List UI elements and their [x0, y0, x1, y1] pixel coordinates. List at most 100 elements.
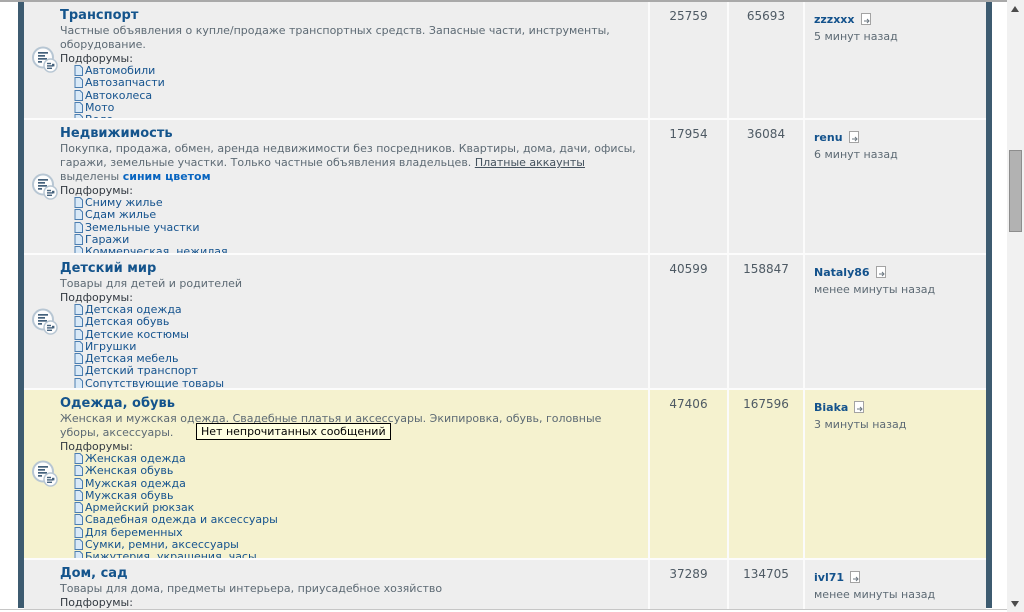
subforum-item: Автозапчасти [74, 77, 638, 89]
lastpost-cell: renu 6 минут назад [803, 120, 986, 253]
vertical-scrollbar[interactable] [1007, 0, 1024, 612]
subforum-icon [74, 316, 83, 327]
posts-count: 158847 [727, 255, 803, 388]
lastpost-user-link[interactable]: Biaka [814, 401, 848, 414]
forum-row: Недвижимость Покупка, продажа, обмен, ар… [24, 118, 986, 253]
subforum-link[interactable]: Гаражи [85, 233, 129, 246]
forum-description: Товары для детей и родителей [60, 277, 638, 291]
lastpost-icon[interactable] [848, 131, 860, 143]
description-text: выделены [60, 170, 123, 183]
posts-count: 36084 [727, 120, 803, 253]
lastpost-cell: Nataly86 менее минуты назад [803, 255, 986, 388]
blue-bold-note: синим цветом [123, 170, 211, 183]
subforum-item: Детские костюмы [74, 329, 638, 341]
subforum-link[interactable]: Детский транспорт [85, 364, 198, 377]
posts-count: 134705 [727, 560, 803, 609]
scroll-thumb[interactable] [1009, 150, 1022, 232]
forum-row: Детский мир Товары для детей и родителей… [24, 253, 986, 388]
forum-description: Товары для дома, предметы интерьера, при… [60, 582, 638, 596]
scroll-down-icon[interactable] [1011, 601, 1019, 607]
subforum-link[interactable]: Мужская одежда [85, 477, 186, 490]
subforum-icon [74, 353, 83, 364]
forum-main-cell: Одежда, обувь Женская и мужская одежда. … [24, 390, 648, 558]
subforum-link[interactable]: Детская мебель [85, 352, 178, 365]
subforum-icon [74, 234, 83, 245]
forum-list: Транспорт Частные объявления о купле/про… [24, 2, 986, 609]
subforum-link[interactable]: Мужская обувь [85, 489, 173, 502]
subforum-icon [74, 365, 83, 376]
subforum-link[interactable]: Женская одежда [85, 452, 186, 465]
subforum-link[interactable]: Свадебная одежда и аксессуары [85, 513, 278, 526]
topics-count: 17954 [648, 120, 727, 253]
subforum-list: Сниму жилье Сдам жилье Земельные участки… [60, 197, 638, 258]
subforum-icon [74, 490, 83, 501]
subforum-icon [74, 102, 83, 113]
posts-count: 167596 [727, 390, 803, 558]
lastpost-time: менее минуты назад [814, 283, 982, 296]
subforum-icon [74, 539, 83, 550]
lastpost-user-link[interactable]: zzzxxx [814, 13, 855, 26]
lastpost-user-link[interactable]: renu [814, 131, 843, 144]
subforum-item: Сниму жилье [74, 197, 638, 209]
page-right-border [986, 2, 992, 608]
subforum-icon [74, 77, 83, 88]
subforum-link[interactable]: Мото [85, 101, 114, 114]
subforum-icon [74, 197, 83, 208]
lastpost-icon[interactable] [860, 13, 872, 25]
subforum-item: Автоколеса [74, 90, 638, 102]
lastpost-user-link[interactable]: Nataly86 [814, 266, 870, 279]
subforum-icon [74, 65, 83, 76]
paid-accounts-link[interactable]: Платные аккаунты [475, 156, 585, 169]
forum-title-link[interactable]: Недвижимость [60, 125, 173, 142]
subforum-link[interactable]: Игрушки [85, 340, 136, 353]
lastpost-time: 5 минут назад [814, 30, 982, 43]
lastpost-user-link[interactable]: ivl71 [814, 571, 844, 584]
subforum-link[interactable]: Детская одежда [85, 303, 182, 316]
subforum-item: Мото [74, 102, 638, 114]
subforum-link[interactable]: Армейский рюкзак [85, 501, 194, 514]
subforum-link[interactable]: Земельные участки [85, 221, 200, 234]
forum-title-link[interactable]: Транспорт [60, 7, 138, 24]
forum-row: Нет непрочитанных сообщений Одежда, обув… [24, 388, 986, 558]
subforum-icon [74, 527, 83, 538]
forum-main-cell: Дом, сад Товары для дома, предметы интер… [24, 560, 648, 609]
subforum-link[interactable]: Сниму жилье [85, 196, 163, 209]
subforum-link[interactable]: Сумки, ремни, аксессуары [85, 538, 239, 551]
subforum-link[interactable]: Автозапчасти [85, 76, 165, 89]
subforum-link[interactable]: Сдам жилье [85, 208, 156, 221]
forum-icon [31, 308, 59, 336]
subforum-icon [74, 341, 83, 352]
lastpost-time: менее минуты назад [814, 588, 982, 601]
subforum-icon [74, 329, 83, 340]
forum-main-cell: Транспорт Частные объявления о купле/про… [24, 2, 648, 118]
topics-count: 37289 [648, 560, 727, 609]
subforum-link[interactable]: Детские костюмы [85, 328, 189, 341]
forum-title-link[interactable]: Дом, сад [60, 565, 128, 582]
subforum-link[interactable]: Для беременных [85, 526, 183, 539]
forum-main-cell: Недвижимость Покупка, продажа, обмен, ар… [24, 120, 648, 253]
forum-title-link[interactable]: Одежда, обувь [60, 395, 175, 412]
forum-icon [31, 46, 59, 74]
forum-title-link[interactable]: Детский мир [60, 260, 156, 277]
lastpost-icon[interactable] [875, 266, 887, 278]
subforum-link[interactable]: Детская обувь [85, 315, 169, 328]
subforum-icon [74, 222, 83, 233]
forum-description: Покупка, продажа, обмен, аренда недвижим… [60, 142, 638, 184]
subforum-link[interactable]: Автоколеса [85, 89, 152, 102]
posts-count: 65693 [727, 2, 803, 118]
lastpost-icon[interactable] [853, 401, 865, 413]
scroll-up-icon[interactable] [1011, 6, 1019, 12]
subforum-icon [74, 304, 83, 315]
subforums-label: Подфорумы: [60, 596, 638, 609]
lastpost-icon[interactable] [849, 571, 861, 583]
topics-count: 25759 [648, 2, 727, 118]
subforum-link[interactable]: Автомобили [85, 64, 155, 77]
subforum-link[interactable]: Женская обувь [85, 464, 173, 477]
subforum-list: Детская одежда Детская обувь Детские кос… [60, 304, 638, 390]
subforum-link[interactable]: Мебель [85, 608, 128, 609]
page-bottom-border [0, 609, 1007, 610]
subforum-list: Женская одежда Женская обувь Мужская оде… [60, 453, 638, 564]
tooltip: Нет непрочитанных сообщений [196, 423, 391, 440]
subforum-icon [74, 209, 83, 220]
forum-main-cell: Детский мир Товары для детей и родителей… [24, 255, 648, 388]
